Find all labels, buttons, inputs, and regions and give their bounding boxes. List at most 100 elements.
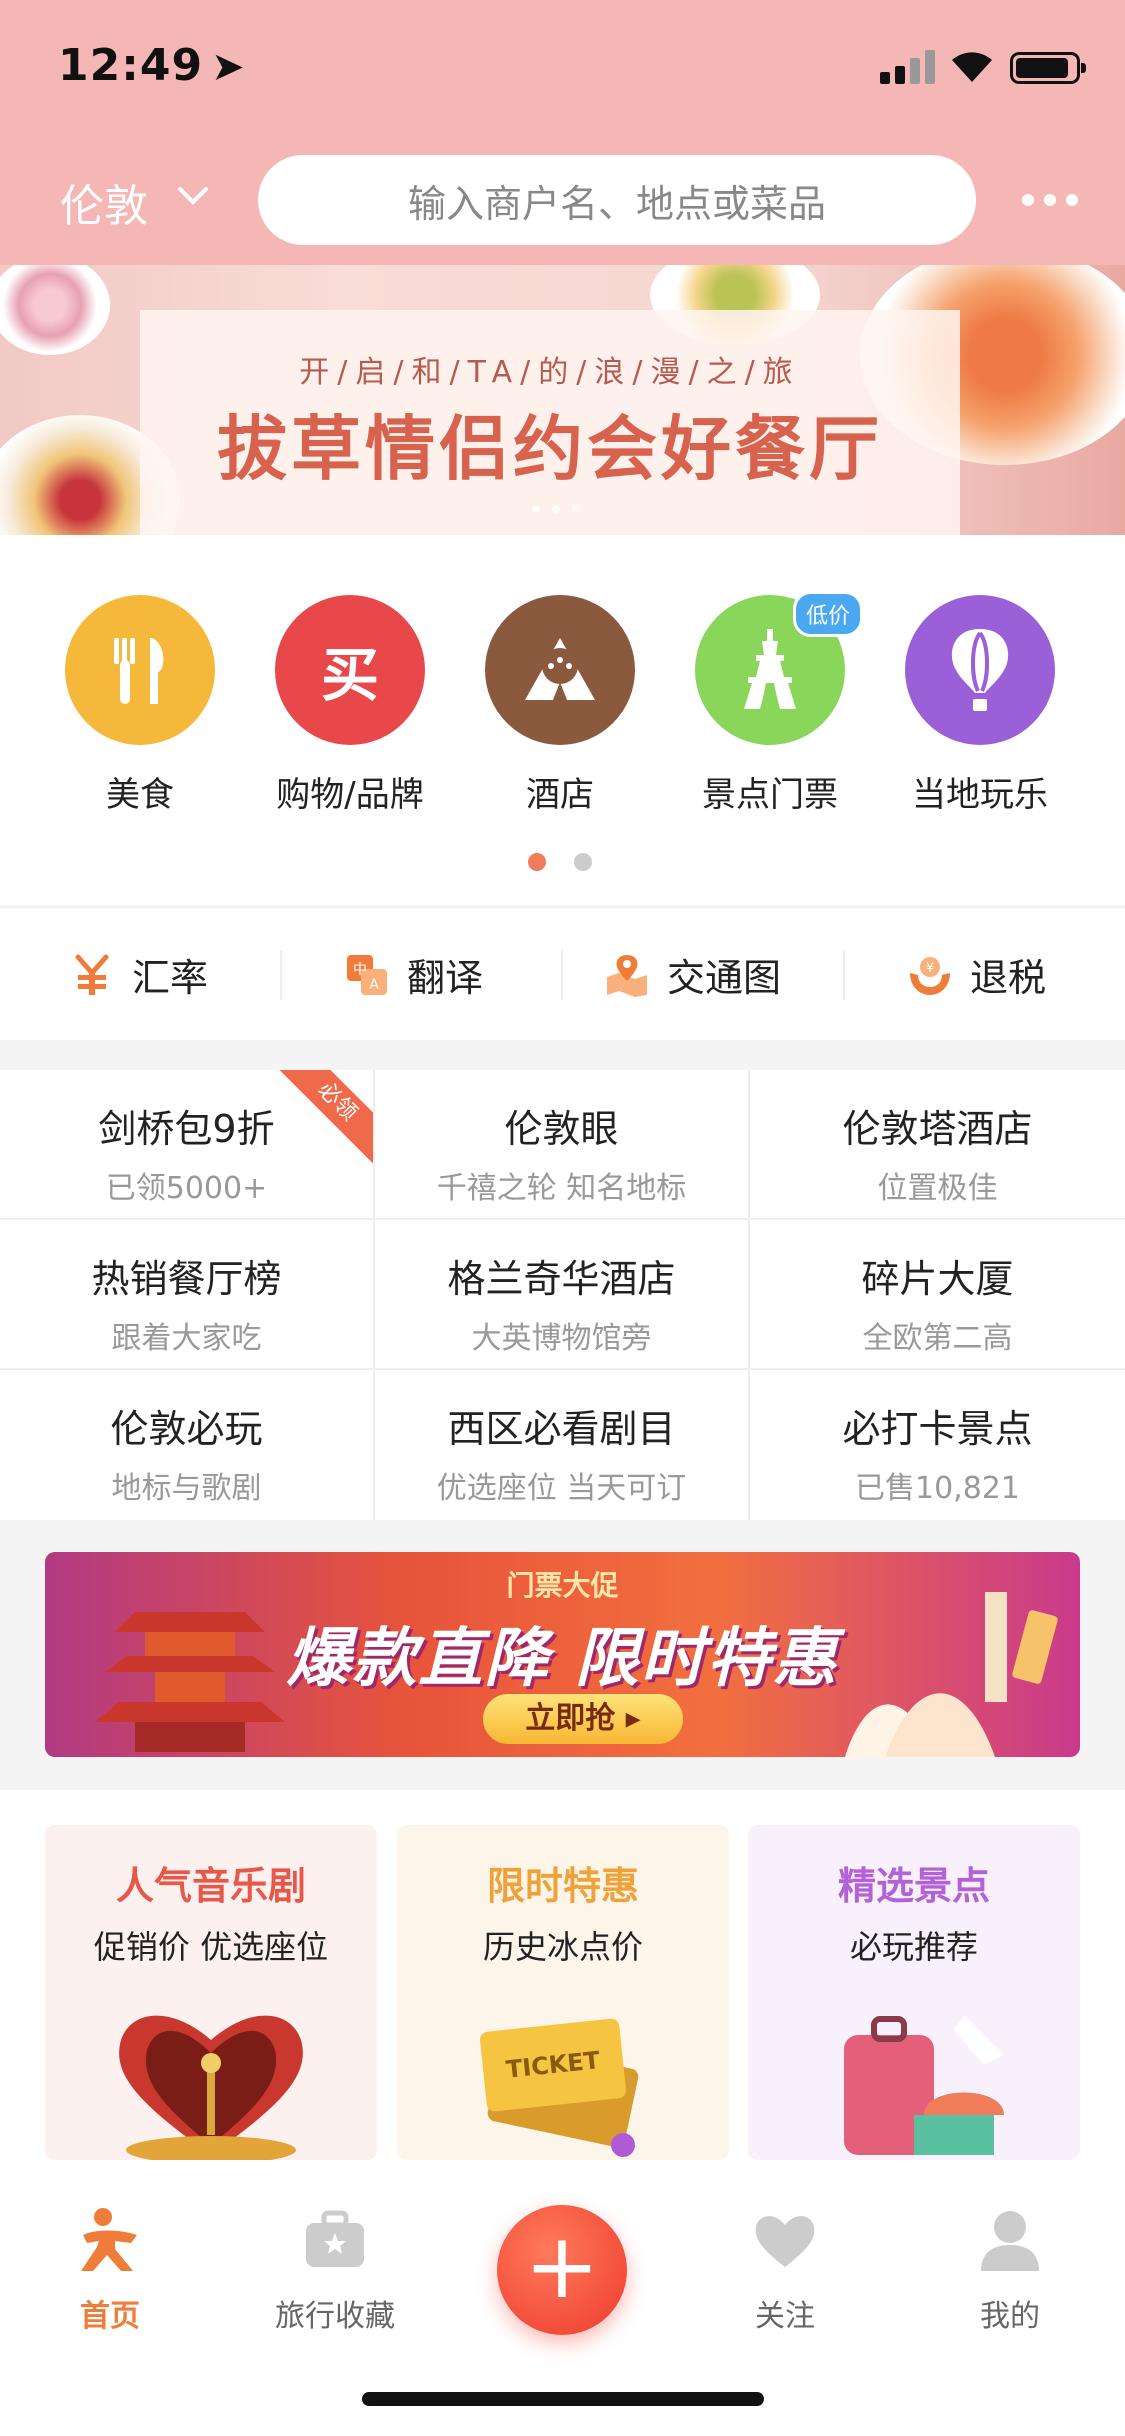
yuan-icon (75, 954, 109, 995)
low-price-badge: 低价 (792, 591, 863, 637)
clock-text: 12:49 (58, 40, 204, 91)
category-pagination (528, 853, 592, 871)
banner-pagination (532, 505, 580, 513)
profile-icon (981, 2211, 1039, 2271)
banner-title: 拔草情侣约会好餐厅 (217, 407, 883, 490)
grid-item[interactable]: 伦敦必玩 地标与歌剧 (0, 1370, 375, 1520)
tab-travel-collection[interactable]: 旅行收藏 (235, 2205, 435, 2335)
card-subtitle: 促销价 优选座位 (93, 1928, 329, 1966)
grid-subtitle: 全欧第二高 (862, 1321, 1013, 1356)
svg-text:A: A (369, 977, 379, 993)
divider (561, 950, 563, 1000)
tab-label: 旅行收藏 (275, 2299, 395, 2334)
grid-item[interactable]: 伦敦眼 千禧之轮 知名地标 (375, 1070, 750, 1220)
battery-icon (1010, 52, 1086, 84)
grid-subtitle: 地标与歌剧 (111, 1471, 262, 1506)
category-hotel[interactable]: 酒店 (455, 595, 665, 816)
map-icon (607, 954, 647, 997)
grid-title: 热销餐厅榜 (91, 1257, 282, 1301)
home-indicator (362, 2392, 764, 2406)
grid-title: 西区必看剧目 (447, 1407, 676, 1451)
ticket-promo-banner[interactable]: 门票大促 爆款直降 限时特惠 立即抢 ▸ (45, 1552, 1080, 1757)
promo-banner-romance[interactable]: 开/启/和/TA/的/浪/漫/之/旅 拔草情侣约会好餐厅 (0, 265, 1125, 535)
promo-title: 爆款直降 限时特惠 (286, 1622, 839, 1696)
tool-exchange-rate[interactable]: 汇率 (70, 908, 208, 1041)
grid-title: 伦敦眼 (504, 1107, 619, 1151)
category-icons: 美食 买 购物/品牌 酒店 低价 景点门票 当地玩乐 (0, 535, 1125, 905)
svg-text:中: 中 (353, 962, 367, 978)
grid-item[interactable]: 伦敦塔酒店 位置极佳 (750, 1070, 1125, 1220)
chevron-down-icon[interactable] (176, 184, 210, 208)
grid-title: 碎片大厦 (861, 1257, 1014, 1301)
banner-subtitle: 开/启/和/TA/的/浪/漫/之/旅 (299, 355, 801, 390)
card-title: 限时特惠 (486, 1864, 639, 1908)
grid-subtitle: 大英博物馆旁 (471, 1321, 652, 1356)
add-button[interactable]: + (497, 2205, 627, 2335)
card-musicals[interactable]: 人气音乐剧 促销价 优选座位 (45, 1825, 377, 2160)
card-title: 人气音乐剧 (115, 1864, 306, 1908)
grid-subtitle: 位置极佳 (877, 1171, 998, 1206)
status-bar: 12:49 ➤ (0, 0, 1125, 132)
hotel-icon (485, 595, 635, 745)
page-dot-active (528, 853, 546, 871)
suitcase-star-icon (306, 2210, 364, 2267)
tab-label: 关注 (755, 2299, 815, 2334)
divider (843, 950, 845, 1000)
home-person-icon (81, 2208, 137, 2271)
search-input[interactable]: 输入商户名、地点或菜品 (258, 155, 976, 245)
wifi-icon (952, 52, 992, 82)
card-subtitle: 必玩推荐 (849, 1928, 978, 1966)
card-title: 精选景点 (837, 1864, 990, 1908)
card-limited-offer[interactable]: 限时特惠 历史冰点价 TICKET (397, 1825, 729, 2160)
header: 12:49 ➤ 伦敦 输入商户名、地点或菜品 (0, 0, 1125, 265)
grid-item[interactable]: 热销餐厅榜 跟着大家吃 (0, 1220, 375, 1370)
heart-icon (755, 2216, 815, 2267)
tool-translate[interactable]: 中 A 翻译 (345, 908, 483, 1041)
fork-knife-icon (65, 595, 215, 745)
grid-title: 伦敦塔酒店 (842, 1107, 1033, 1151)
tab-label: 首页 (80, 2299, 140, 2334)
location-arrow-icon: ➤ (211, 44, 246, 90)
tab-following[interactable]: 关注 (685, 2205, 885, 2335)
category-label: 美食 (106, 775, 174, 815)
card-subtitle: 历史冰点价 (482, 1928, 643, 1966)
tab-home[interactable]: 首页 (10, 2205, 210, 2335)
page-dot (574, 853, 592, 871)
grid-item[interactable]: 必打卡景点 已售10,821 (750, 1370, 1125, 1520)
category-label: 当地玩乐 (912, 775, 1048, 815)
tool-label: 交通图 (667, 956, 782, 1000)
category-food[interactable]: 美食 (35, 595, 245, 816)
grid-item[interactable]: 西区必看剧目 优选座位 当天可订 (375, 1370, 750, 1520)
tab-label: 我的 (980, 2299, 1040, 2334)
tool-label: 退税 (970, 956, 1047, 1000)
grid-item[interactable]: 剑桥包9折 已领5000+ 必领 (0, 1070, 375, 1220)
grid-title: 伦敦必玩 (110, 1407, 263, 1451)
grid-subtitle: 已领5000+ (105, 1171, 268, 1206)
shopping-icon: 买 (275, 595, 425, 745)
tool-tax-refund[interactable]: ¥ 退税 (908, 908, 1046, 1041)
stage-heart-illustration (119, 2015, 303, 2160)
category-label: 景点门票 (702, 775, 838, 815)
grid-subtitle: 千禧之轮 知名地标 (436, 1171, 687, 1206)
suitcase-illustration (844, 2015, 1004, 2155)
grid-item[interactable]: 碎片大厦 全欧第二高 (750, 1220, 1125, 1370)
category-attractions[interactable]: 低价 景点门票 (665, 591, 875, 816)
more-icon[interactable] (1022, 194, 1078, 208)
divider (280, 950, 282, 1000)
grid-title: 必打卡景点 (842, 1407, 1033, 1451)
card-selected-attractions[interactable]: 精选景点 必玩推荐 (748, 1825, 1080, 2160)
category-shopping[interactable]: 买 购物/品牌 (245, 595, 455, 816)
category-label: 购物/品牌 (276, 775, 424, 815)
signal-icon (880, 50, 936, 84)
tool-label: 汇率 (132, 956, 209, 1000)
city-selector[interactable]: 伦敦 (60, 170, 148, 234)
tool-transit-map[interactable]: 交通图 (605, 908, 781, 1041)
tab-mine[interactable]: 我的 (910, 2205, 1110, 2335)
grid-item[interactable]: 格兰奇华酒店 大英博物馆旁 (375, 1220, 750, 1370)
svg-text:¥: ¥ (926, 961, 934, 976)
quick-links-grid: 剑桥包9折 已领5000+ 必领 伦敦眼 千禧之轮 知名地标 伦敦塔酒店 位置极… (0, 1070, 1125, 1520)
category-local-fun[interactable]: 当地玩乐 (875, 595, 1085, 816)
grab-now-button[interactable]: 立即抢 ▸ (483, 1694, 683, 1744)
eiffel-tower-icon: 低价 (695, 591, 863, 745)
tax-refund-icon: ¥ (910, 956, 950, 995)
